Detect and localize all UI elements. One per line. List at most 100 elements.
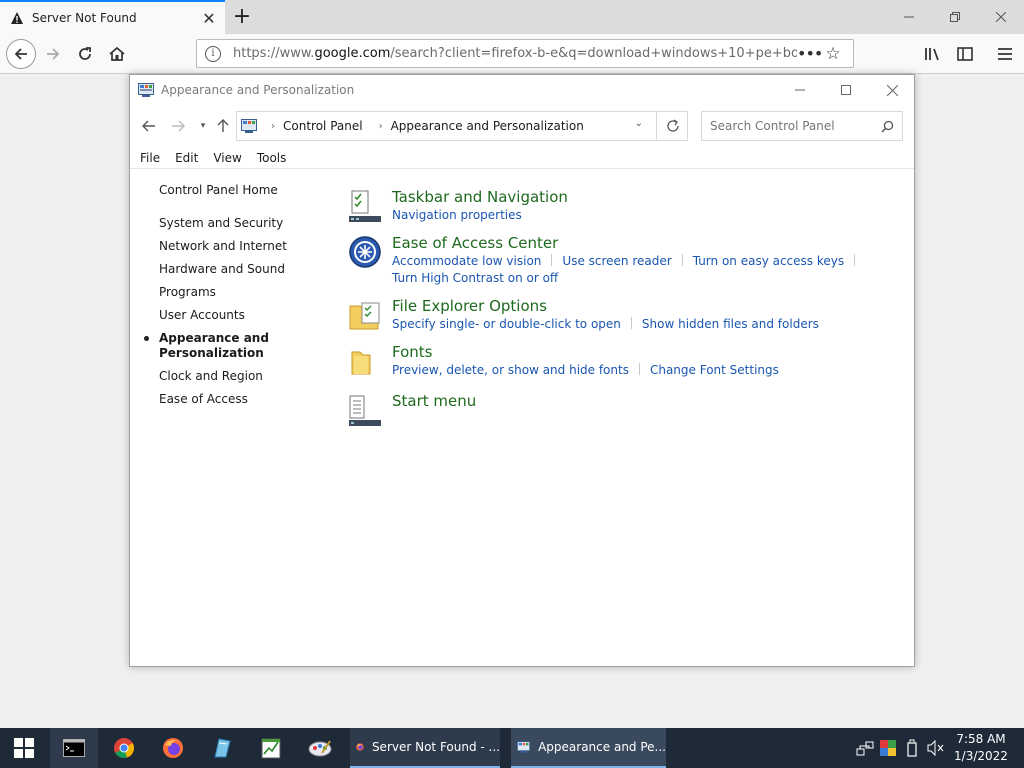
browser-close-button[interactable] bbox=[978, 0, 1024, 34]
link-divider bbox=[551, 254, 553, 266]
close-tab-icon[interactable]: ✕ bbox=[201, 9, 217, 28]
breadcrumb-separator-icon[interactable]: › bbox=[379, 121, 383, 132]
search-box[interactable] bbox=[701, 111, 903, 141]
home-button[interactable] bbox=[102, 39, 132, 69]
sidebar-item-clock-region[interactable]: Clock and Region bbox=[159, 369, 319, 384]
link-show-hidden-files[interactable]: Show hidden files and folders bbox=[642, 317, 819, 331]
category-title[interactable]: File Explorer Options bbox=[392, 296, 908, 316]
menu-tools[interactable]: Tools bbox=[257, 149, 287, 168]
taskbar-icon bbox=[349, 190, 381, 222]
sidebar-item-control-panel-home[interactable]: Control Panel Home bbox=[159, 183, 319, 198]
search-icon bbox=[881, 120, 894, 133]
taskbar-app-chart[interactable] bbox=[247, 728, 295, 768]
taskbar-app-blue[interactable] bbox=[198, 728, 246, 768]
hamburger-icon bbox=[998, 48, 1012, 60]
start-menu-icon bbox=[349, 395, 381, 426]
back-button[interactable] bbox=[6, 39, 36, 69]
taskbar-clock[interactable]: 7:58 AM 1/3/2022 bbox=[950, 731, 1012, 765]
reload-button[interactable] bbox=[70, 39, 100, 69]
info-icon[interactable]: i bbox=[205, 45, 221, 62]
taskbar-window-control-panel[interactable]: Appearance and Pe... bbox=[511, 728, 666, 768]
link-high-contrast[interactable]: Turn High Contrast on or off bbox=[392, 271, 558, 285]
category-title[interactable]: Ease of Access Center bbox=[392, 233, 908, 253]
paint-icon bbox=[308, 740, 332, 757]
clock-date: 1/3/2022 bbox=[954, 749, 1008, 763]
sidebar-item-ease-of-access[interactable]: Ease of Access bbox=[159, 392, 319, 407]
search-input[interactable] bbox=[710, 119, 881, 133]
new-tab-button[interactable]: + bbox=[229, 4, 255, 30]
category-title[interactable]: Start menu bbox=[392, 391, 908, 411]
restore-icon bbox=[950, 12, 960, 22]
address-bar[interactable]: › Control Panel › Appearance and Persona… bbox=[236, 111, 688, 141]
arrow-left-icon bbox=[14, 48, 27, 60]
arrow-right-icon bbox=[47, 48, 60, 60]
back-button[interactable] bbox=[138, 115, 160, 137]
browser-minimize-button[interactable] bbox=[886, 0, 932, 34]
tray-usb[interactable] bbox=[906, 728, 918, 768]
sidebar-toggle-button[interactable] bbox=[950, 39, 980, 69]
link-divider bbox=[681, 254, 683, 266]
page-actions-icon[interactable]: ••• bbox=[797, 44, 823, 63]
tray-color-app[interactable] bbox=[880, 728, 896, 768]
category-start-menu: Start menu bbox=[348, 391, 908, 431]
refresh-icon bbox=[666, 119, 679, 132]
taskbar-window-label: Server Not Found - ... bbox=[371, 740, 500, 754]
link-single-double-click[interactable]: Specify single- or double-click to open bbox=[392, 317, 621, 331]
link-divider bbox=[854, 254, 856, 266]
window-close-button[interactable] bbox=[869, 75, 915, 105]
recent-locations-icon[interactable]: ▾ bbox=[192, 115, 214, 137]
sidebar-item-system-security[interactable]: System and Security bbox=[159, 216, 319, 231]
category-title[interactable]: Fonts bbox=[392, 342, 908, 362]
taskbar-cmd[interactable] bbox=[50, 728, 98, 768]
chevron-down-icon[interactable]: ⌄ bbox=[635, 118, 643, 129]
command-prompt-icon bbox=[63, 739, 85, 757]
menu-file[interactable]: File bbox=[140, 149, 160, 168]
library-button[interactable] bbox=[918, 39, 948, 69]
chrome-icon bbox=[114, 738, 135, 758]
taskbar-chrome[interactable] bbox=[100, 728, 148, 768]
link-navigation-properties[interactable]: Navigation properties bbox=[392, 208, 522, 222]
link-preview-fonts[interactable]: Preview, delete, or show and hide fonts bbox=[392, 363, 629, 377]
sidebar-item-programs[interactable]: Programs bbox=[159, 285, 319, 300]
menu-edit[interactable]: Edit bbox=[175, 149, 198, 168]
taskbar-window-firefox[interactable]: Server Not Found - ... bbox=[350, 728, 500, 768]
sidebar-item-user-accounts[interactable]: User Accounts bbox=[159, 308, 319, 323]
home-icon bbox=[109, 46, 125, 61]
menu-button[interactable] bbox=[990, 39, 1020, 69]
window-maximize-button[interactable] bbox=[823, 75, 869, 105]
link-accommodate-low-vision[interactable]: Accommodate low vision bbox=[392, 254, 541, 268]
arrow-left-icon bbox=[142, 120, 155, 132]
link-change-font-settings[interactable]: Change Font Settings bbox=[650, 363, 779, 377]
library-icon bbox=[925, 48, 939, 61]
forward-button[interactable] bbox=[38, 39, 68, 69]
browser-restore-button[interactable] bbox=[932, 0, 978, 34]
taskbar-firefox[interactable] bbox=[149, 728, 197, 768]
url-text[interactable]: https://www.google.com/search?client=fir… bbox=[233, 46, 797, 61]
app-icon bbox=[214, 738, 231, 758]
link-use-screen-reader[interactable]: Use screen reader bbox=[562, 254, 671, 268]
url-bar[interactable]: i https://www.google.com/search?client=f… bbox=[196, 39, 854, 68]
fonts-folder-icon bbox=[351, 351, 371, 375]
windows-logo-icon bbox=[14, 738, 34, 758]
breadcrumb-control-panel[interactable]: Control Panel bbox=[283, 119, 363, 133]
breadcrumb-separator-icon[interactable]: › bbox=[271, 121, 275, 132]
link-easy-access-keys[interactable]: Turn on easy access keys bbox=[693, 254, 844, 268]
up-button[interactable] bbox=[212, 115, 234, 137]
menu-view[interactable]: View bbox=[213, 149, 241, 168]
bookmark-star-icon[interactable]: ☆ bbox=[821, 44, 845, 64]
start-button[interactable] bbox=[0, 728, 48, 768]
refresh-button[interactable] bbox=[656, 111, 688, 141]
tray-volume[interactable] bbox=[927, 728, 945, 768]
browser-tab[interactable]: Server Not Found ✕ bbox=[0, 0, 225, 34]
taskbar-app-paint[interactable] bbox=[296, 728, 344, 768]
category-fonts: Fonts Preview, delete, or show and hide … bbox=[348, 342, 908, 391]
sidebar-item-appearance-personalization: Appearance and Personalization bbox=[144, 331, 269, 360]
window-minimize-button[interactable] bbox=[777, 75, 823, 105]
breadcrumb-appearance[interactable]: Appearance and Personalization bbox=[391, 119, 584, 133]
warning-icon bbox=[11, 12, 23, 24]
tray-network[interactable] bbox=[856, 728, 874, 768]
sidebar-item-network-internet[interactable]: Network and Internet bbox=[159, 239, 319, 254]
forward-button[interactable] bbox=[167, 115, 189, 137]
category-title[interactable]: Taskbar and Navigation bbox=[392, 187, 908, 207]
sidebar-item-hardware-sound[interactable]: Hardware and Sound bbox=[159, 262, 319, 277]
